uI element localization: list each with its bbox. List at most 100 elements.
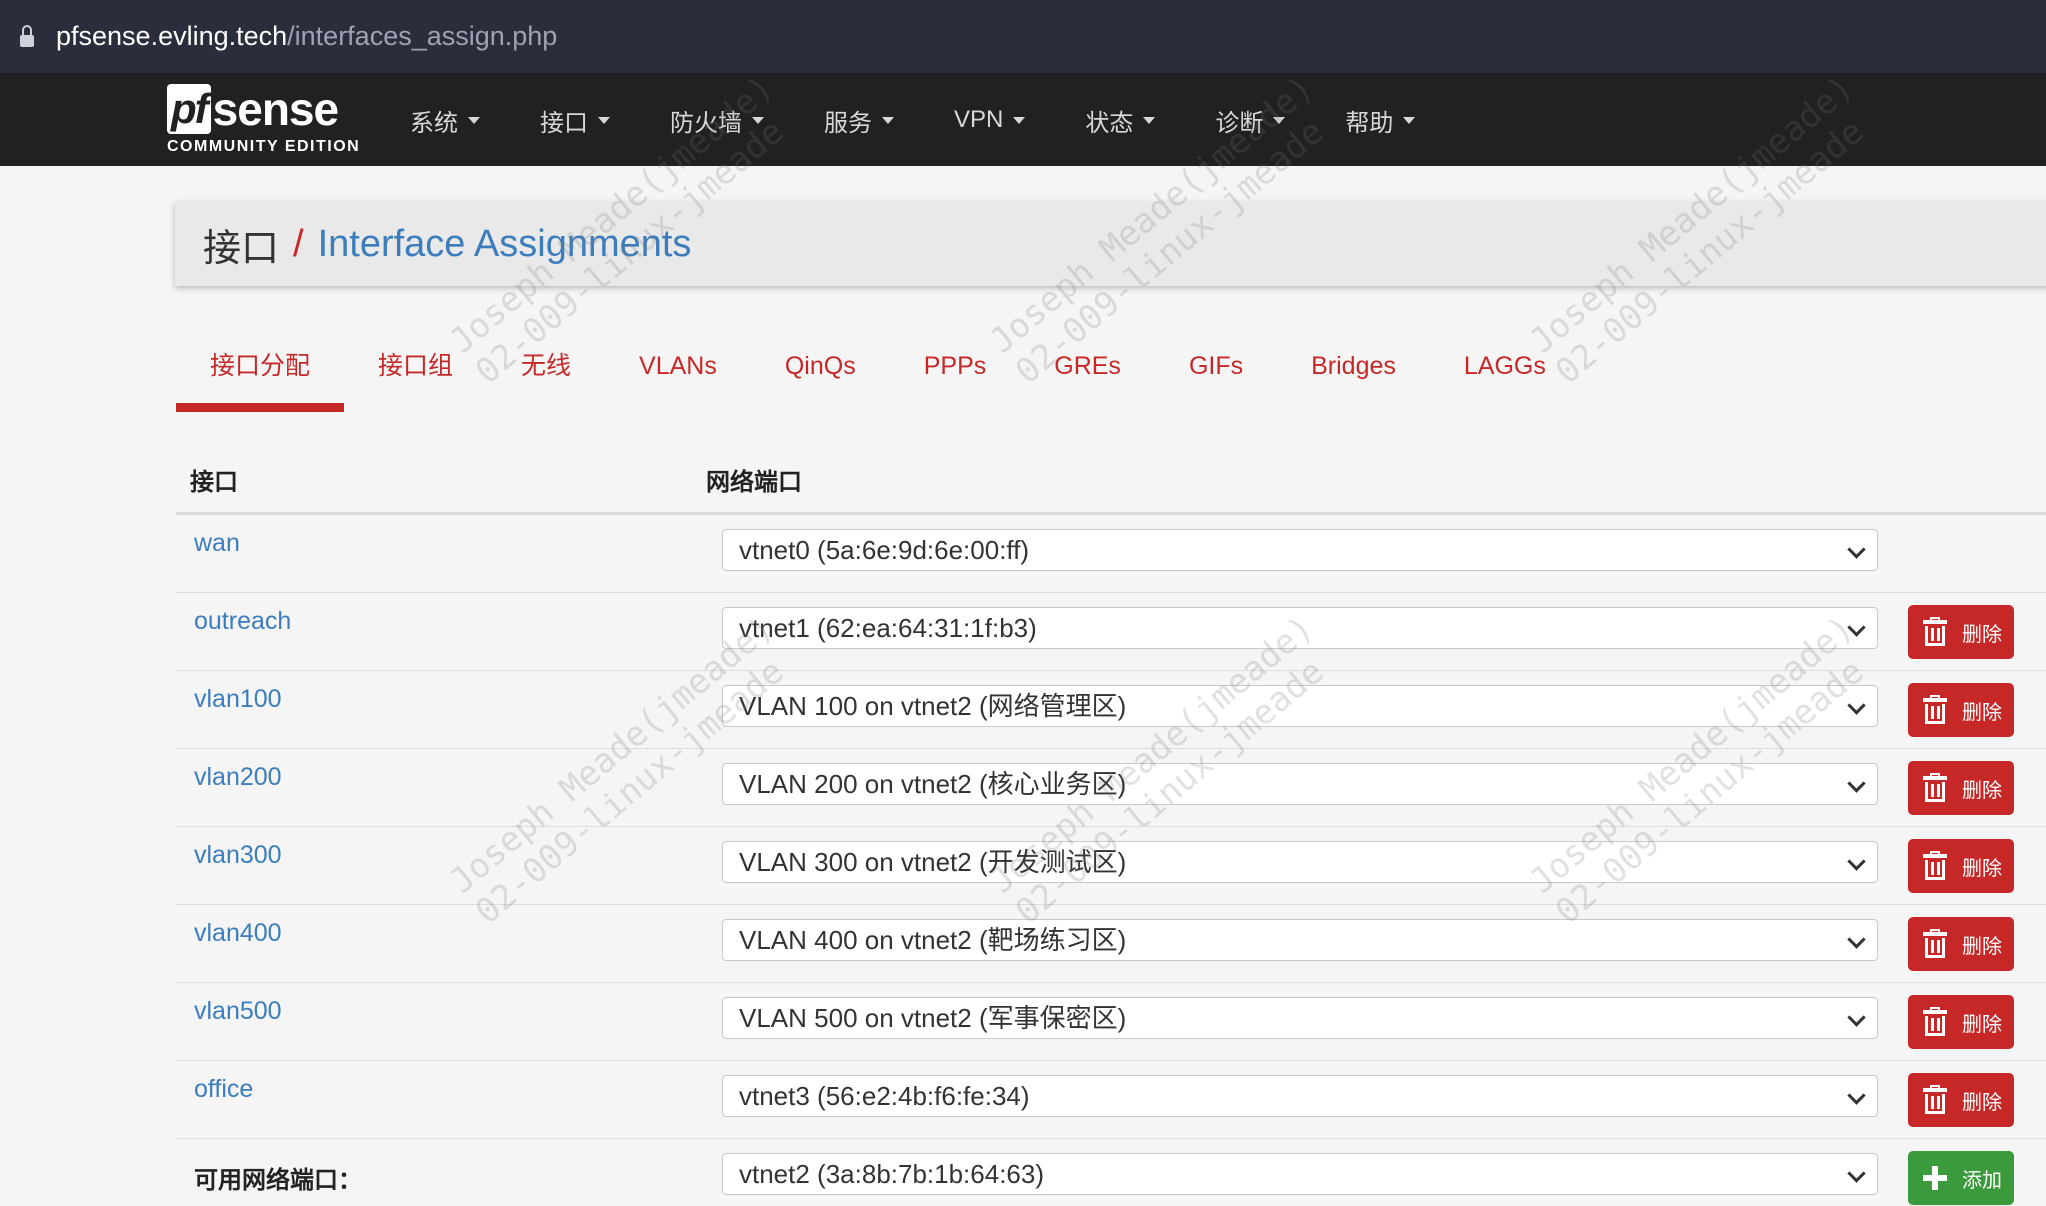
select-value: VLAN 500 on vtnet2 (军事保密区) <box>739 1003 1127 1033</box>
network-port-select[interactable]: vtnet1 (62:ea:64:31:1f:b3) <box>722 607 1878 649</box>
network-port-select[interactable]: VLAN 300 on vtnet2 (开发测试区) <box>722 841 1878 883</box>
plus-icon <box>1922 1163 1948 1193</box>
interface-link[interactable]: office <box>176 1061 706 1104</box>
caret-down-icon <box>1013 116 1026 124</box>
trash-icon <box>1922 617 1948 647</box>
select-value: vtnet0 (5a:6e:9d:6e:00:ff) <box>739 535 1030 565</box>
add-button[interactable]: 添加 <box>1908 1151 2014 1205</box>
table-row: vlan200 VLAN 200 on vtnet2 (核心业务区) 删除 <box>176 749 2046 827</box>
caret-down-icon <box>598 116 610 124</box>
trash-icon <box>1922 1085 1948 1115</box>
table-row: vlan400 VLAN 400 on vtnet2 (靶场练习区) 删除 <box>176 905 2046 983</box>
tab-gres[interactable]: GREs <box>1020 330 1155 412</box>
select-value: VLAN 200 on vtnet2 (核心业务区) <box>739 769 1127 799</box>
chevron-down-icon <box>1847 1086 1866 1105</box>
delete-button[interactable]: 删除 <box>1908 1073 2014 1127</box>
menu-vpn[interactable]: VPN <box>954 106 1026 134</box>
delete-button[interactable]: 删除 <box>1908 995 2014 1049</box>
network-port-select[interactable]: VLAN 400 on vtnet2 (靶场练习区) <box>722 919 1878 961</box>
menu-status[interactable]: 状态 <box>1085 103 1156 138</box>
trash-icon <box>1922 773 1948 803</box>
menu-system[interactable]: 系统 <box>410 103 480 138</box>
table-row: office vtnet3 (56:e2:4b:f6:fe:34) 删除 <box>176 1061 2046 1139</box>
browser-url-bar[interactable]: pfsense.evling.tech/interfaces_assign.ph… <box>0 0 2046 75</box>
button-label: 删除 <box>1962 1013 2002 1036</box>
breadcrumb-current[interactable]: Interface Assignments <box>318 223 692 266</box>
delete-button[interactable]: 删除 <box>1908 605 2014 659</box>
interface-link[interactable]: vlan200 <box>176 749 706 792</box>
table-row: vlan300 VLAN 300 on vtnet2 (开发测试区) 删除 <box>176 827 2046 905</box>
tab-interface-assignments[interactable]: 接口分配 <box>176 330 345 412</box>
main-menu: 系统 接口 防火墙 服务 VPN 状态 诊断 帮助 <box>410 74 1475 166</box>
breadcrumb-parent: 接口 <box>203 227 280 270</box>
interface-link[interactable]: vlan500 <box>176 983 706 1026</box>
network-port-select[interactable]: vtnet3 (56:e2:4b:f6:fe:34) <box>722 1075 1878 1117</box>
pfsense-logo[interactable]: pf sense COMMUNITY EDITION <box>165 74 365 166</box>
top-navbar: pf sense COMMUNITY EDITION 系统 接口 防火墙 服务 V… <box>0 74 2046 166</box>
menu-label: 帮助 <box>1345 109 1394 137</box>
menu-label: 状态 <box>1085 109 1134 137</box>
select-value: vtnet2 (3a:8b:7b:1b:64:63) <box>739 1159 1045 1189</box>
network-port-select[interactable]: VLAN 100 on vtnet2 (网络管理区) <box>722 685 1878 727</box>
available-ports-label: 可用网络端口： <box>194 1167 362 1194</box>
tab-qinqs[interactable]: QinQs <box>751 330 890 412</box>
table-row: vlan500 VLAN 500 on vtnet2 (军事保密区) 删除 <box>176 983 2046 1061</box>
menu-firewall[interactable]: 防火墙 <box>670 103 764 138</box>
network-port-select[interactable]: VLAN 500 on vtnet2 (军事保密区) <box>722 997 1878 1039</box>
network-port-select[interactable]: VLAN 200 on vtnet2 (核心业务区) <box>722 763 1878 805</box>
tab-laggs[interactable]: LAGGs <box>1430 330 1580 412</box>
menu-label: 系统 <box>410 109 458 137</box>
interface-link[interactable]: vlan400 <box>176 905 706 948</box>
tab-bar: 接口分配 接口组 无线 VLANs QinQs PPPs GREs GIFs B… <box>176 330 1580 412</box>
delete-button[interactable]: 删除 <box>1908 761 2014 815</box>
tab-ppps[interactable]: PPPs <box>890 330 1021 412</box>
chevron-down-icon <box>1847 1008 1866 1027</box>
logo-sense: sense <box>212 83 339 135</box>
delete-button[interactable]: 删除 <box>1908 839 2014 893</box>
table-row: wan vtnet0 (5a:6e:9d:6e:00:ff) <box>176 515 2046 593</box>
chevron-down-icon <box>1847 930 1866 949</box>
caret-down-icon <box>468 116 480 124</box>
page: pfsense.evling.tech/interfaces_assign.ph… <box>0 0 2046 1206</box>
interface-link[interactable]: outreach <box>176 593 706 636</box>
delete-button[interactable]: 删除 <box>1908 683 2014 737</box>
tab-vlans[interactable]: VLANs <box>605 330 751 412</box>
select-value: vtnet3 (56:e2:4b:f6:fe:34) <box>739 1081 1030 1111</box>
interface-link[interactable]: vlan300 <box>176 827 706 870</box>
menu-label: VPN <box>954 106 1004 133</box>
url-host: pfsense.evling.tech <box>56 21 288 51</box>
button-label: 删除 <box>1962 779 2002 802</box>
menu-interfaces[interactable]: 接口 <box>540 103 610 138</box>
caret-down-icon <box>1273 116 1286 124</box>
select-value: VLAN 400 on vtnet2 (靶场练习区) <box>739 925 1127 955</box>
interface-link[interactable]: wan <box>176 515 706 558</box>
url-path: /interfaces_assign.php <box>287 21 558 51</box>
interface-link[interactable]: vlan100 <box>176 671 706 714</box>
chevron-down-icon <box>1847 852 1866 871</box>
menu-diagnostics[interactable]: 诊断 <box>1215 103 1286 138</box>
menu-label: 防火墙 <box>670 109 742 137</box>
chevron-down-icon <box>1847 618 1866 637</box>
button-label: 删除 <box>1962 1091 2002 1114</box>
logo-edition: COMMUNITY EDITION <box>167 138 361 155</box>
button-label: 删除 <box>1962 935 2002 958</box>
available-port-select[interactable]: vtnet2 (3a:8b:7b:1b:64:63) <box>722 1153 1878 1195</box>
tab-bridges[interactable]: Bridges <box>1277 330 1430 412</box>
menu-services[interactable]: 服务 <box>824 103 894 138</box>
trash-icon <box>1922 695 1948 725</box>
tab-wireless[interactable]: 无线 <box>487 330 605 412</box>
logo-pf: pf <box>167 84 211 134</box>
button-label: 删除 <box>1962 701 2002 724</box>
trash-icon <box>1922 851 1948 881</box>
menu-label: 诊断 <box>1215 109 1264 137</box>
tab-interface-groups[interactable]: 接口组 <box>344 330 487 412</box>
select-value: VLAN 300 on vtnet2 (开发测试区) <box>739 847 1127 877</box>
delete-button[interactable]: 删除 <box>1908 917 2014 971</box>
tab-gifs[interactable]: GIFs <box>1155 330 1277 412</box>
interface-table: 接口 网络端口 wan vtnet0 (5a:6e:9d:6e:00:ff) o… <box>176 446 2046 1206</box>
chevron-down-icon <box>1847 774 1866 793</box>
menu-help[interactable]: 帮助 <box>1345 103 1416 138</box>
caret-down-icon <box>1403 116 1416 124</box>
network-port-select[interactable]: vtnet0 (5a:6e:9d:6e:00:ff) <box>722 529 1878 571</box>
breadcrumb: 接口 / Interface Assignments <box>175 202 2046 286</box>
